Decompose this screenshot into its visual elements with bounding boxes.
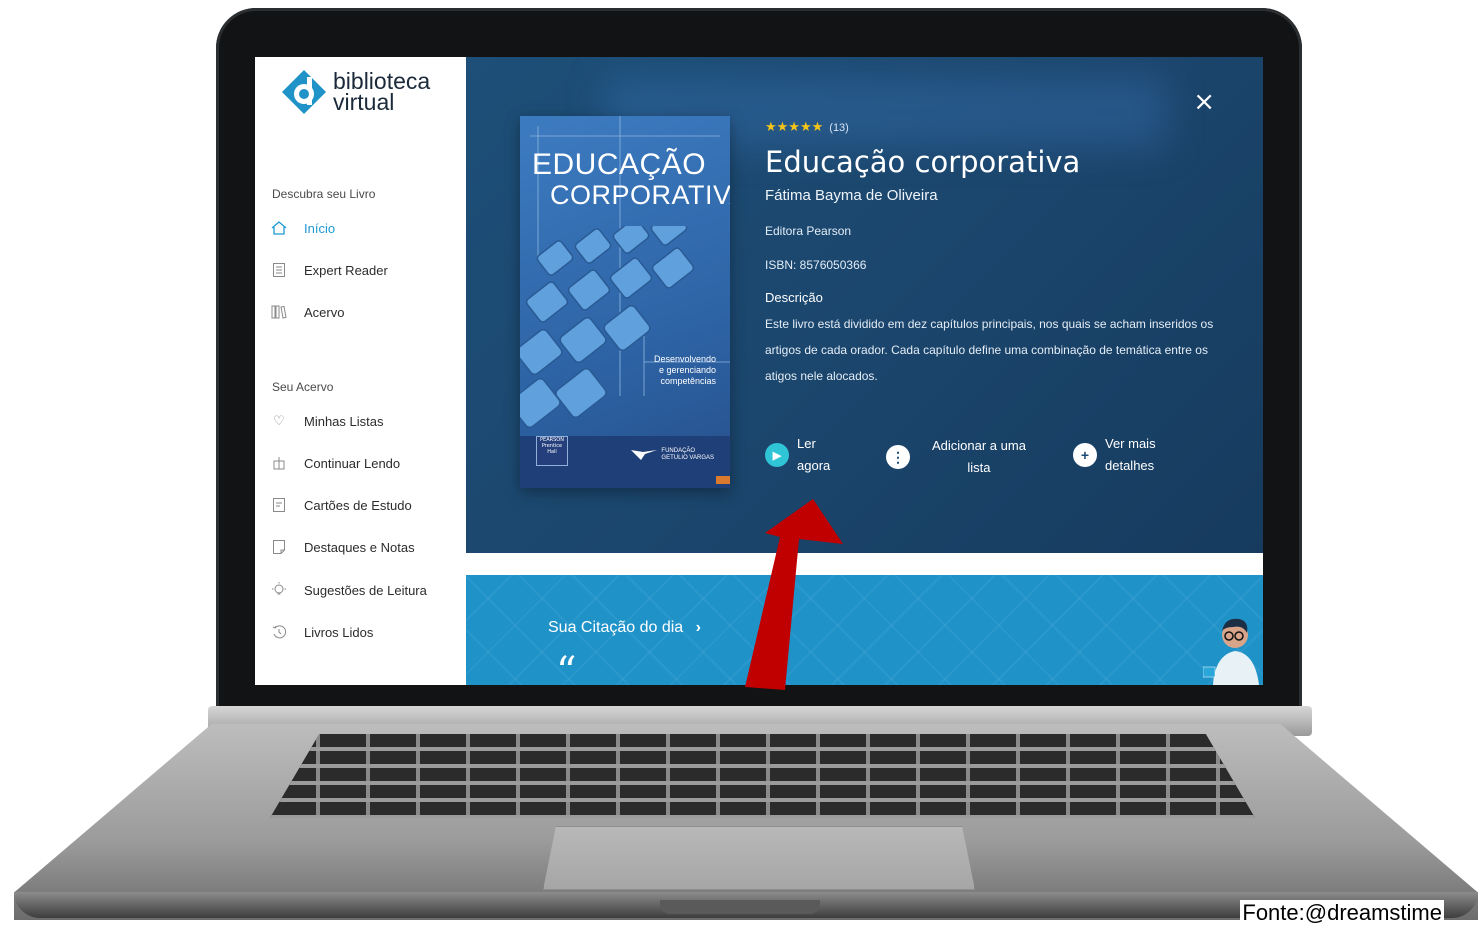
laptop-screen: biblioteca virtual Descubra seu Livro In… xyxy=(255,57,1263,685)
cover-subtitle-line: competências xyxy=(660,376,716,386)
lightbulb-icon xyxy=(269,581,289,599)
quote-band: Sua Citação do dia › “ xyxy=(466,553,1263,685)
sidebar-item-label: Expert Reader xyxy=(304,262,388,278)
person-illustration xyxy=(1203,618,1259,685)
read-now-button[interactable]: ▶ Ler agora xyxy=(765,433,830,477)
book-author: Fátima Bayma de Oliveira xyxy=(765,187,938,204)
sidebar-item-destaques-e-notas[interactable]: Destaques e Notas xyxy=(269,535,415,559)
book-info: ★★★★★ (13) Educação corporativa Fátima Ba… xyxy=(765,119,1225,389)
add-to-list-label-line: Adicionar a uma xyxy=(932,438,1026,453)
description-heading: Descrição xyxy=(765,290,823,305)
note-icon xyxy=(269,538,289,556)
book-detail-panel: × EDUCAÇÃO CORPORATIVA Desenvolvendo e g… xyxy=(466,57,1263,553)
sidebar-item-sugestoes-de-leitura[interactable]: Sugestões de Leitura xyxy=(269,578,427,602)
reader-icon xyxy=(269,261,289,279)
home-icon xyxy=(269,219,289,237)
sidebar-item-label: Sugestões de Leitura xyxy=(304,582,427,598)
sidebar-item-minhas-listas[interactable]: ♡ Minhas Listas xyxy=(269,409,383,433)
add-to-list-label: Adicionar a uma lista xyxy=(932,435,1026,479)
read-now-label-line: Ler xyxy=(797,436,816,451)
view-details-button[interactable]: + Ver mais detalhes xyxy=(1073,433,1156,477)
sidebar-item-label: Continuar Lendo xyxy=(304,455,401,471)
cover-title: EDUCAÇÃO CORPORATIVA xyxy=(532,148,730,211)
view-details-label-line: Ver mais xyxy=(1105,436,1156,451)
sidebar-item-label: Início xyxy=(304,220,336,236)
laptop-trackpad xyxy=(543,826,975,890)
sidebar-item-label: Livros Lidos xyxy=(304,624,374,640)
book-publisher: Editora Pearson xyxy=(765,224,852,238)
play-icon: ▶ xyxy=(765,443,789,467)
quote-link-label: Sua Citação do dia xyxy=(548,619,684,636)
book-isbn: ISBN: 8576050366 xyxy=(765,258,867,272)
cover-subtitle-line: e gerenciando xyxy=(658,365,716,375)
sidebar-item-expert-reader[interactable]: Expert Reader xyxy=(269,258,388,282)
add-to-list-button[interactable]: ⋮ Adicionar a uma lista xyxy=(886,435,1026,479)
logo[interactable]: biblioteca virtual xyxy=(281,69,430,115)
cover-subtitle-line: Desenvolvendo xyxy=(653,354,716,364)
view-details-label-line: detalhes xyxy=(1105,458,1155,473)
quote-mark-icon: “ xyxy=(556,649,577,685)
publisher-logo-sub: Prentice Hall xyxy=(541,443,563,455)
close-icon[interactable]: × xyxy=(1193,89,1215,115)
keyboard-keys-illustration xyxy=(520,226,695,429)
book-title: Educação corporativa xyxy=(765,145,1081,179)
foundation-line: GETULIO VARGAS xyxy=(661,455,714,461)
quote-band-background: Sua Citação do dia › “ xyxy=(466,575,1263,685)
book-description: Este livro está dividido em dez capítulo… xyxy=(765,317,1214,383)
logo-line2: virtual xyxy=(333,89,395,115)
sidebar-item-livros-lidos[interactable]: Livros Lidos xyxy=(269,620,373,644)
sidebar-item-acervo[interactable]: Acervo xyxy=(269,300,344,324)
sidebar-item-label: Minhas Listas xyxy=(304,413,384,429)
more-vertical-icon: ⋮ xyxy=(886,445,910,469)
sidebar: biblioteca virtual Descubra seu Livro In… xyxy=(255,57,466,685)
logo-text: biblioteca virtual xyxy=(333,70,430,115)
rating-count: (13) xyxy=(829,122,849,134)
section-title-discover: Descubra seu Livro xyxy=(272,187,376,201)
publisher-logo: PEARSON Prentice Hall xyxy=(536,436,568,466)
foundation-line: FUNDAÇÃO xyxy=(661,448,696,454)
sidebar-item-inicio[interactable]: Início xyxy=(269,216,335,240)
image-credit: Fonte:@dreamstime xyxy=(1240,900,1444,926)
card-icon xyxy=(269,496,289,514)
sidebar-item-cartoes-de-estudo[interactable]: Cartões de Estudo xyxy=(269,493,412,517)
cover-subtitle: Desenvolvendo e gerenciando competências xyxy=(654,354,716,387)
section-title-collection: Seu Acervo xyxy=(272,380,334,394)
view-details-label: Ver mais detalhes xyxy=(1105,433,1156,477)
cover-title-line1: EDUCAÇÃO xyxy=(532,148,707,181)
sidebar-item-label: Cartões de Estudo xyxy=(304,497,412,513)
heart-icon: ♡ xyxy=(273,413,285,428)
read-now-label-line: agora xyxy=(797,458,831,473)
laptop-keyboard xyxy=(270,734,1255,818)
rating: ★★★★★ (13) xyxy=(765,119,1225,135)
logo-icon xyxy=(281,69,327,115)
star-icon: ★★★★★ xyxy=(765,119,824,134)
foundation-logo: FUNDAÇÃO GETULIO VARGAS xyxy=(631,448,714,462)
library-icon xyxy=(269,303,289,321)
add-to-list-label-line: lista xyxy=(967,460,991,475)
laptop-notch xyxy=(660,900,820,914)
sidebar-item-continuar-lendo[interactable]: Continuar Lendo xyxy=(269,451,400,475)
plus-icon: + xyxy=(1073,443,1097,467)
book-cover[interactable]: EDUCAÇÃO CORPORATIVA Desenvolvendo e ger… xyxy=(520,116,730,488)
cover-accent xyxy=(716,476,730,484)
sidebar-item-label: Destaques e Notas xyxy=(304,539,415,555)
book-open-icon xyxy=(269,454,289,472)
history-icon xyxy=(269,623,289,641)
sidebar-item-label: Acervo xyxy=(304,304,345,320)
book-actions: ▶ Ler agora ⋮ Adicionar a uma lista + Ve… xyxy=(765,433,1225,483)
cover-title-line2: CORPORATIVA xyxy=(550,180,730,210)
read-now-label: Ler agora xyxy=(797,433,830,477)
quote-of-the-day-link[interactable]: Sua Citação do dia › xyxy=(548,619,701,637)
chevron-right-icon: › xyxy=(695,619,701,636)
